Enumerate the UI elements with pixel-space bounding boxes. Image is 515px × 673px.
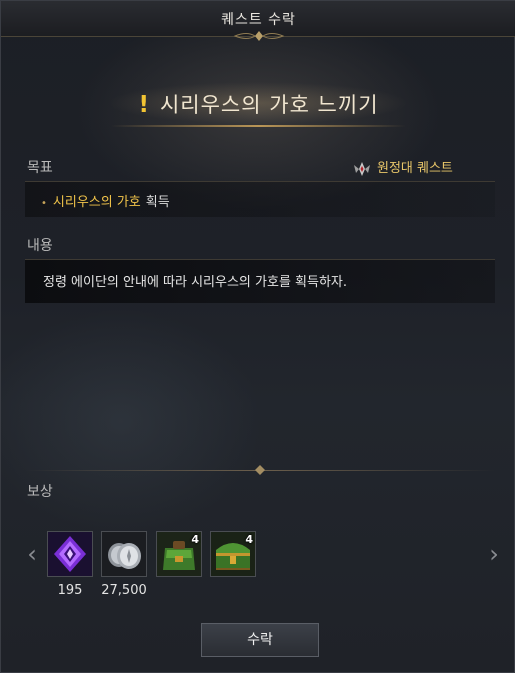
goal-action: 획득 (145, 195, 170, 210)
expedition-icon (354, 161, 370, 176)
quest-description-text: 정령 에이단의 안내에 따라 시리우스의 가호를 획득하자. (43, 275, 348, 290)
quest-title: ! 시리우스의 가호 느끼기 (41, 89, 476, 119)
reward-quantity: 195 (57, 583, 83, 598)
reward-count: 4 (245, 533, 253, 546)
section-reward-label: 보상 (27, 484, 53, 500)
reward-item-bag[interactable]: 4 (156, 531, 202, 577)
reward-quantity: 27,500 (101, 583, 147, 598)
window-title: 퀘스트 수락 (221, 12, 296, 28)
quest-accept-dialog: 퀘스트 수락 ! 시리우스의 가호 느끼기 목표 원정대 퀘스트 • 시리우스의 가… (0, 0, 515, 673)
reward-item-chest[interactable]: 4 (210, 531, 256, 577)
silver-coins-icon (102, 532, 146, 576)
rewards-prev-arrow[interactable]: ‹ (23, 541, 41, 567)
accept-button[interactable]: 수락 (201, 623, 319, 657)
reward-item-crystal[interactable] (47, 531, 93, 577)
quest-title-banner: ! 시리우스의 가호 느끼기 (41, 73, 476, 133)
section-goal-label: 목표 (27, 160, 53, 176)
quest-description: 정령 에이단의 안내에 따라 시리우스의 가호를 획득하자. (25, 259, 495, 303)
purple-crystal-icon (48, 532, 92, 576)
quest-title-text: 시리우스의 가호 느끼기 (159, 93, 379, 117)
goal-item: • 시리우스의 가호 획득 (25, 181, 495, 217)
section-content-label: 내용 (27, 238, 53, 254)
divider-ornament-icon (255, 465, 265, 475)
rewards-next-arrow[interactable]: › (485, 541, 503, 567)
quest-type-badge: 원정대 퀘스트 (353, 157, 453, 177)
goal-highlight: 시리우스의 가호 (52, 195, 141, 210)
banner-underline (111, 125, 406, 127)
bullet-icon: • (41, 198, 47, 209)
quest-type-label: 원정대 퀘스트 (377, 161, 453, 176)
reward-item-silver[interactable] (101, 531, 147, 577)
reward-count: 4 (191, 533, 199, 546)
ornament-icon (233, 31, 285, 41)
quest-alert-icon: ! (138, 92, 150, 118)
